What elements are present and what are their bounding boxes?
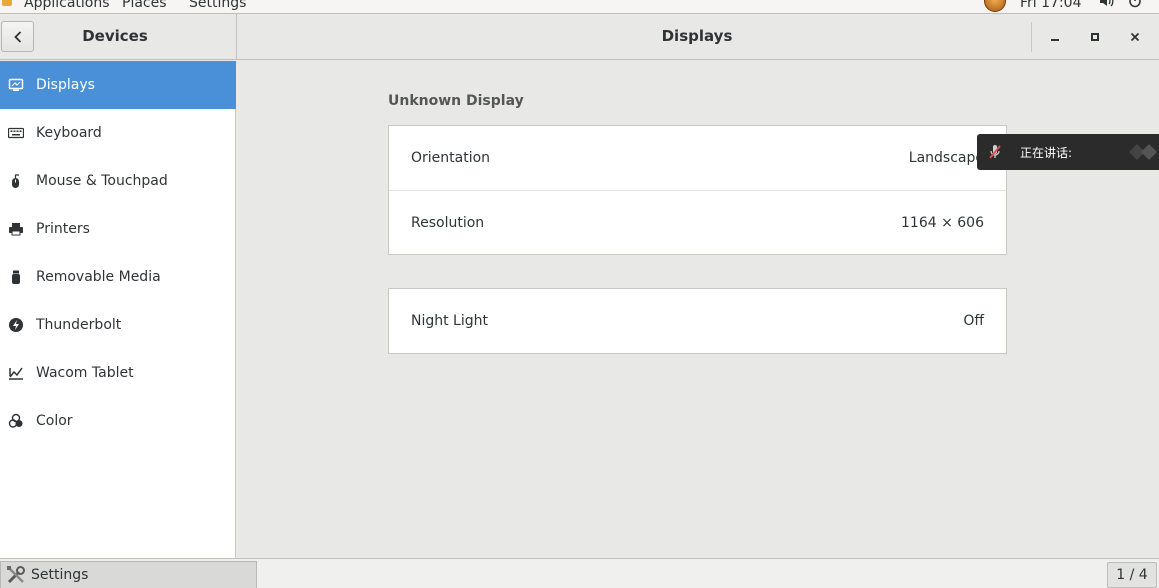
workspace-pager[interactable]: 1 / 4 [1107, 562, 1157, 588]
sidebar-item-keyboard[interactable]: Keyboard [0, 109, 236, 157]
window-controls-divider [1031, 22, 1032, 52]
orientation-row[interactable]: Orientation Landscape [389, 126, 1006, 190]
speaking-notification-text: 正在讲话: [1020, 146, 1073, 160]
orientation-value: Landscape [908, 150, 984, 166]
removable-media-icon [8, 269, 24, 285]
minimize-icon [1051, 39, 1059, 41]
sidebar-item-removable-media[interactable]: Removable Media [0, 253, 236, 301]
applications-menu[interactable]: Applications [24, 0, 110, 11]
sidebar-item-label: Mouse & Touchpad [36, 173, 168, 189]
color-icon [8, 413, 24, 429]
resolution-value: 1164 × 606 [901, 214, 984, 231]
minimize-button[interactable] [1042, 24, 1068, 50]
places-menu[interactable]: Places [122, 0, 167, 11]
microphone-muted-icon [986, 143, 1004, 161]
applications-icon [2, 0, 12, 6]
sidebar-item-label: Displays [36, 77, 95, 93]
sidebar-title-label: Devices [82, 27, 148, 45]
sidebar-item-label: Wacom Tablet [36, 365, 134, 381]
user-avatar-icon[interactable] [984, 0, 1006, 12]
header-bar: Devices Displays [0, 14, 1159, 60]
taskbar-settings-label: Settings [31, 567, 89, 583]
sidebar: Displays Keyboard Mouse & Touchpad Print… [0, 61, 236, 558]
close-icon [1130, 32, 1140, 42]
sidebar-item-mouse-touchpad[interactable]: Mouse & Touchpad [0, 157, 236, 205]
printer-icon [8, 221, 24, 237]
sidebar-item-color[interactable]: Color [0, 397, 236, 445]
orientation-label: Orientation [411, 150, 491, 166]
diamond-decoration-icon [1127, 140, 1159, 164]
sidebar-item-label: Keyboard [36, 125, 102, 141]
volume-icon[interactable] [1098, 0, 1114, 9]
display-settings-panel: Orientation Landscape Resolution 1164 × … [388, 125, 1007, 255]
resolution-row[interactable]: Resolution 1164 × 606 [389, 190, 1006, 254]
settings-menu[interactable]: Settings [189, 0, 246, 11]
top-bar: Applications Places Settings Fri 17:04 [0, 0, 1159, 14]
sidebar-item-thunderbolt[interactable]: Thunderbolt [0, 301, 236, 349]
page-title: Displays [661, 27, 733, 45]
keyboard-icon [8, 125, 24, 141]
display-name-heading: Unknown Display [388, 93, 524, 109]
mouse-icon [8, 173, 24, 189]
resolution-label: Resolution [411, 214, 485, 231]
clock[interactable]: Fri 17:04 [1020, 0, 1081, 11]
night-light-label: Night Light [411, 313, 488, 329]
back-button[interactable] [1, 21, 34, 52]
power-icon[interactable] [1127, 0, 1143, 9]
sidebar-title: Devices [0, 14, 230, 60]
night-light-panel: Night Light Off [388, 288, 1007, 354]
close-button[interactable] [1122, 24, 1148, 50]
settings-tools-icon [5, 564, 27, 586]
thunderbolt-icon [8, 317, 24, 333]
maximize-icon [1091, 33, 1099, 41]
sidebar-item-label: Removable Media [36, 269, 161, 285]
sidebar-item-wacom-tablet[interactable]: Wacom Tablet [0, 349, 236, 397]
display-icon [8, 77, 24, 93]
taskbar: Settings 1 / 4 [0, 558, 1159, 588]
tablet-icon [8, 365, 24, 381]
sidebar-item-label: Printers [36, 221, 90, 237]
night-light-row[interactable]: Night Light Off [389, 289, 1006, 353]
taskbar-settings-window[interactable]: Settings [0, 561, 257, 588]
sidebar-item-label: Thunderbolt [36, 317, 122, 333]
chevron-left-icon [13, 30, 21, 43]
sidebar-item-printers[interactable]: Printers [0, 205, 236, 253]
speaking-notification: 正在讲话: [977, 134, 1159, 170]
maximize-button[interactable] [1082, 24, 1108, 50]
night-light-value: Off [963, 313, 984, 329]
sidebar-item-label: Color [36, 413, 73, 429]
sidebar-item-displays[interactable]: Displays [0, 61, 236, 109]
